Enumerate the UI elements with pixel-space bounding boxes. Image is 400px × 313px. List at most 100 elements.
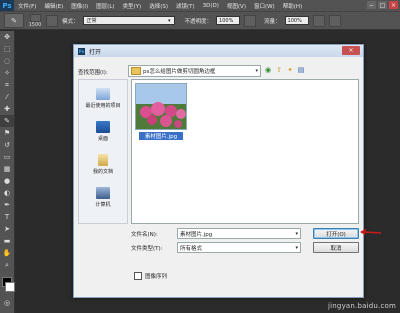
flower-photo-icon: [136, 84, 186, 129]
pressure-size-icon[interactable]: [328, 14, 341, 27]
clone-stamp-tool-icon[interactable]: ⚑: [0, 127, 14, 139]
image-sequence-option[interactable]: 图像序列: [134, 272, 167, 280]
zoom-tool-icon[interactable]: ⌕: [0, 259, 14, 271]
pressure-opacity-icon[interactable]: [244, 14, 257, 27]
chevron-down-icon: ▾: [295, 230, 298, 237]
folder-icon: [131, 67, 141, 75]
flow-label: 流量：: [264, 18, 281, 25]
eraser-tool-icon[interactable]: ▭: [0, 151, 14, 163]
places-bar: 最近使用的项目 桌面 我的文档 计算机: [78, 79, 128, 224]
marquee-tool-icon[interactable]: ⬚: [0, 43, 14, 55]
pen-tool-icon[interactable]: ✒: [0, 199, 14, 211]
window-controls: − □ ×: [367, 1, 398, 9]
place-documents-label: 我的文档: [92, 169, 113, 175]
quick-select-tool-icon[interactable]: ✧: [0, 67, 14, 79]
place-computer[interactable]: 计算机: [79, 187, 127, 208]
filename-value: 素材图片.jpg: [180, 231, 213, 238]
menu-filter[interactable]: 滤镜(T): [172, 2, 199, 10]
mode-label: 模式：: [62, 18, 79, 25]
menu-window[interactable]: 窗口(W): [250, 2, 279, 10]
new-folder-icon[interactable]: ✦: [286, 66, 294, 74]
move-tool-icon[interactable]: ✥: [0, 31, 14, 43]
computer-icon: [96, 187, 110, 199]
menu-layer[interactable]: 图层(L): [92, 2, 118, 10]
menu-view[interactable]: 视图(V): [223, 2, 250, 10]
background-color-swatch[interactable]: [5, 282, 15, 292]
place-desktop-label: 桌面: [97, 136, 108, 142]
close-window-button[interactable]: ×: [389, 1, 398, 9]
type-tool-icon[interactable]: T: [0, 211, 14, 223]
lasso-tool-icon[interactable]: ◌: [0, 55, 14, 67]
place-recent-label: 最近使用的项目: [85, 103, 121, 109]
filetype-value: 所有格式: [180, 245, 203, 252]
place-desktop[interactable]: 桌面: [79, 121, 127, 142]
healing-tool-icon[interactable]: ✚: [0, 103, 14, 115]
path-select-tool-icon[interactable]: ➤: [0, 223, 14, 235]
file-thumbnail: [135, 83, 187, 130]
menu-type[interactable]: 类型(Y): [119, 2, 146, 10]
look-in-select[interactable]: ps怎么给图片做剪切圆角边框 ▾: [128, 65, 261, 77]
cancel-button[interactable]: 取消: [313, 242, 359, 253]
place-computer-label: 计算机: [95, 202, 111, 208]
open-dialog: Ps 打开 × 查找范围(I): ps怎么给图片做剪切圆角边框 ▾ ◉ ⇧ ✦ …: [73, 44, 382, 298]
place-documents[interactable]: 我的文档: [79, 154, 127, 175]
open-button[interactable]: 打开(O): [313, 228, 359, 239]
menu-edit[interactable]: 编辑(E): [40, 2, 67, 10]
blur-tool-icon[interactable]: ●: [0, 175, 14, 187]
hand-tool-icon[interactable]: ✋: [0, 247, 14, 259]
up-folder-icon[interactable]: ⇧: [275, 66, 283, 74]
image-sequence-checkbox[interactable]: [134, 272, 142, 280]
place-recent[interactable]: 最近使用的项目: [79, 88, 127, 109]
eyedropper-tool-icon[interactable]: ⁄: [0, 91, 14, 103]
desktop-icon: [96, 121, 110, 133]
tools-panel: ✥ ⬚ ◌ ✧ ⌗ ⁄ ✚ ✎ ⚑ ↺ ▭ ▦ ● ◐ ✒ T ➤ ▬ ✋ ⌕ …: [0, 31, 15, 313]
filename-input[interactable]: 素材图片.jpg ▾: [177, 228, 301, 239]
photoshop-logo-icon: Ps: [78, 47, 85, 55]
dodge-tool-icon[interactable]: ◐: [0, 187, 14, 199]
brush-icon: ✎: [11, 16, 17, 25]
opacity-field[interactable]: 100%: [216, 16, 241, 25]
quick-mask-icon[interactable]: ◎: [0, 297, 14, 309]
brush-preset-picker[interactable]: ✎: [4, 13, 24, 28]
flow-value: 100%: [287, 17, 302, 24]
opacity-label: 不透明度：: [184, 18, 213, 25]
gradient-tool-icon[interactable]: ▦: [0, 163, 14, 175]
mode-select[interactable]: 正常 ▾: [82, 16, 175, 25]
maximize-button[interactable]: □: [378, 1, 387, 9]
look-in-value: ps怎么给图片做剪切圆角边框: [143, 69, 216, 75]
shape-tool-icon[interactable]: ▬: [0, 235, 14, 247]
menu-image[interactable]: 图像(I): [67, 2, 92, 10]
chevron-down-icon: ▾: [255, 68, 258, 74]
dialog-title-bar: Ps 打开: [74, 45, 363, 57]
file-list: 素材图片.jpg: [131, 79, 359, 224]
documents-icon: [98, 154, 108, 166]
brush-tool-icon[interactable]: ✎: [0, 115, 14, 127]
flow-field[interactable]: 100%: [284, 16, 309, 25]
view-menu-icon[interactable]: ▤: [297, 66, 305, 74]
minimize-button[interactable]: −: [367, 1, 376, 9]
menu-file[interactable]: 文件(F): [14, 2, 40, 10]
menu-help[interactable]: 帮助(H): [279, 2, 306, 10]
brush-settings-icon[interactable]: [29, 13, 41, 22]
filetype-select[interactable]: 所有格式 ▾: [177, 242, 301, 253]
chevron-down-icon: ▾: [295, 244, 298, 251]
opacity-value: 100%: [219, 17, 234, 24]
chevron-down-icon: ▾: [168, 17, 171, 24]
image-sequence-label: 图像序列: [145, 274, 168, 280]
back-icon[interactable]: ◉: [264, 66, 272, 74]
airbrush-icon[interactable]: [312, 14, 325, 27]
nav-toolbar: ◉ ⇧ ✦ ▤: [264, 66, 305, 74]
file-name: 素材图片.jpg: [139, 132, 183, 140]
filetype-label: 文件类型(T):: [131, 246, 163, 252]
brush-panel-toggle-icon[interactable]: [46, 14, 58, 27]
watermark: jingyan.baidu.com: [328, 302, 396, 310]
history-brush-tool-icon[interactable]: ↺: [0, 139, 14, 151]
crop-tool-icon[interactable]: ⌗: [0, 79, 14, 91]
menu-select[interactable]: 选择(S): [145, 2, 172, 10]
options-bar: ✎ 1500 模式： 正常 ▾ 不透明度： 100% 流量： 100%: [0, 11, 400, 30]
menu-3d[interactable]: 3D(D): [199, 3, 223, 9]
menu-bar: Ps 文件(F) 编辑(E) 图像(I) 图层(L) 类型(Y) 选择(S) 滤…: [0, 0, 400, 11]
file-item[interactable]: 素材图片.jpg: [135, 83, 187, 140]
dialog-close-button[interactable]: ×: [342, 46, 360, 55]
red-arrow-annotation: [360, 228, 382, 235]
